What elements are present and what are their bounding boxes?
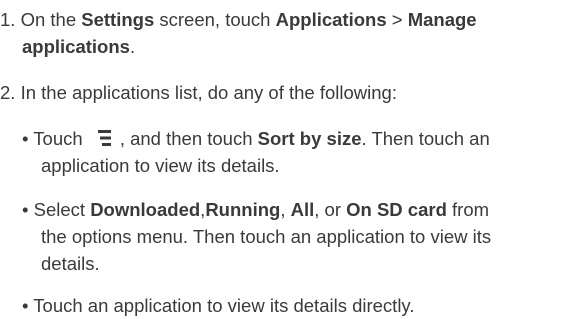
bullet-1-touch: Touch bbox=[33, 128, 83, 149]
bullet-2-select: Select bbox=[33, 199, 86, 220]
bullet-2-line-2: the options menu. Then touch an applicat… bbox=[41, 226, 492, 247]
step-1-text-2: screen, touch bbox=[159, 9, 271, 30]
menu-icon bbox=[91, 128, 117, 148]
bullet-3-text: Touch an application to view its details… bbox=[33, 295, 415, 316]
manage-applications-term-part-1: Manage bbox=[407, 9, 477, 30]
step-1-number: 1. bbox=[0, 9, 16, 30]
on-sd-card-term: On SD card bbox=[346, 199, 447, 220]
sort-by-size-term: Sort by size bbox=[257, 128, 362, 149]
step-2-number: 2. bbox=[0, 82, 16, 103]
step-1-period: . bbox=[129, 36, 136, 57]
manage-applications-term-part-2: applications bbox=[22, 36, 130, 57]
settings-term: Settings bbox=[81, 9, 155, 30]
all-term: All bbox=[290, 199, 315, 220]
bullet-1-line-1: • Touch , and then touch Sort by size. T… bbox=[22, 125, 490, 152]
bullet-2-symbol: • bbox=[22, 199, 29, 220]
bullet-2-line-3: details. bbox=[41, 253, 100, 274]
instruction-document: 1. On the Settings screen, touch Applica… bbox=[0, 0, 567, 318]
applications-term: Applications bbox=[275, 9, 387, 30]
step-1-text: On the bbox=[20, 9, 77, 30]
downloaded-term: Downloaded bbox=[90, 199, 201, 220]
comma-2: , bbox=[280, 199, 286, 220]
bullet-1-rest: . Then touch an bbox=[361, 128, 490, 149]
step-1-line-2: applications. bbox=[22, 33, 135, 60]
bullet-3-symbol: • bbox=[22, 295, 29, 316]
running-term: Running bbox=[205, 199, 281, 220]
bullet-1-line-2: application to view its details. bbox=[41, 155, 280, 176]
step-2-line: 2. In the applications list, do any of t… bbox=[0, 79, 397, 106]
step-1-line-1: 1. On the Settings screen, touch Applica… bbox=[0, 6, 477, 33]
step-2-text: In the applications list, do any of the … bbox=[20, 82, 397, 103]
path-separator: > bbox=[391, 9, 403, 30]
bullet-3-line: • Touch an application to view its detai… bbox=[22, 292, 414, 319]
bullet-1-after-icon: , and then touch bbox=[119, 128, 253, 149]
from-text: from bbox=[452, 199, 490, 220]
or-text: , or bbox=[314, 199, 341, 220]
bullet-2-line-1: • Select Downloaded,Running, All, or On … bbox=[22, 196, 489, 223]
bullet-1-symbol: • bbox=[22, 128, 29, 149]
